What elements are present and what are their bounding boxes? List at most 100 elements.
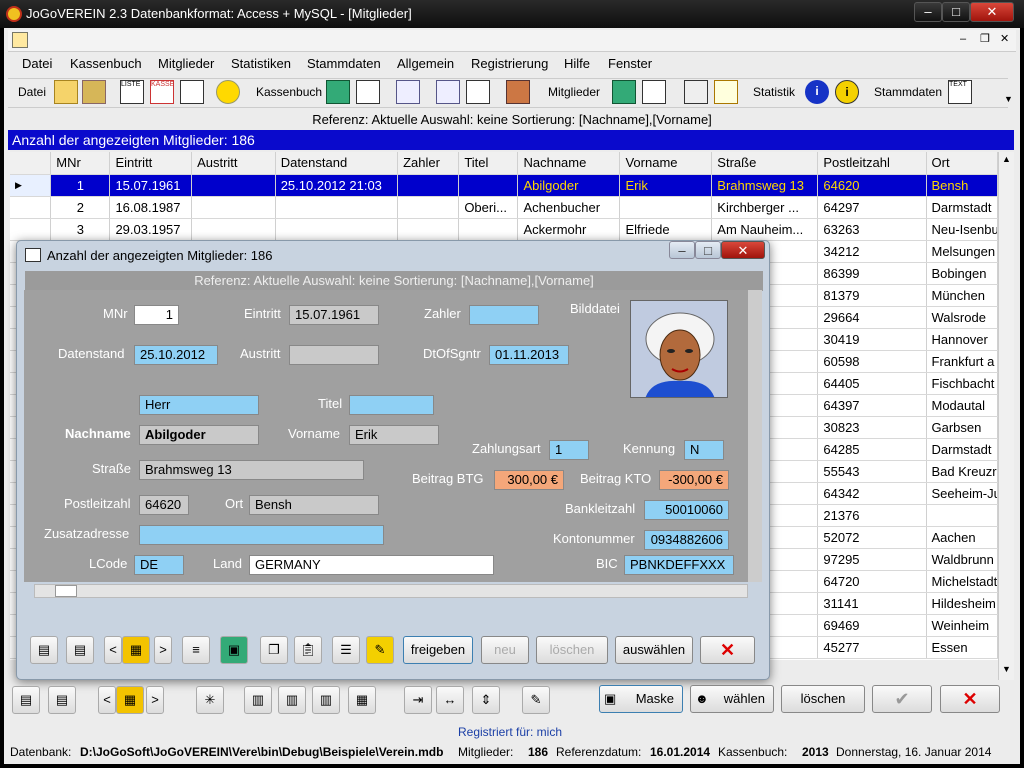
- table-cell[interactable]: Abilgoder: [517, 174, 621, 197]
- group-icon[interactable]: [396, 80, 420, 104]
- table-cell[interactable]: Kirchberger ...: [711, 196, 819, 219]
- zahlungsart-field[interactable]: 1: [549, 440, 589, 460]
- table-cell[interactable]: 3: [50, 218, 111, 241]
- smiley-icon[interactable]: [216, 80, 240, 104]
- table-cell[interactable]: 30823: [817, 416, 927, 439]
- table-cell[interactable]: 64285: [817, 438, 927, 461]
- table-cell[interactable]: Darmstadt: [926, 438, 998, 461]
- column-header[interactable]: Titel: [458, 152, 519, 175]
- dialog-next-button[interactable]: >: [154, 636, 172, 664]
- table-cell[interactable]: [458, 174, 519, 197]
- dialog-calendar-icon[interactable]: ▦: [122, 636, 150, 664]
- minimize-button[interactable]: –: [914, 2, 942, 22]
- member-photo-icon[interactable]: [612, 80, 636, 104]
- titel-field[interactable]: [349, 395, 434, 415]
- bottom-list-icon[interactable]: ▤: [12, 686, 40, 714]
- table-cell[interactable]: Seeheim-Ju: [926, 482, 998, 505]
- table-cell[interactable]: Walsrode: [926, 306, 998, 329]
- table-cell[interactable]: 97295: [817, 548, 927, 571]
- table-cell[interactable]: Hildesheim: [926, 592, 998, 615]
- bottom-heart-list-icon[interactable]: ▤: [48, 686, 76, 714]
- table-cell[interactable]: 16.08.1987: [109, 196, 193, 219]
- land-field[interactable]: GERMANY: [249, 555, 494, 575]
- strasse-field[interactable]: Brahmsweg 13: [139, 460, 364, 480]
- text-icon[interactable]: TEXT: [948, 80, 972, 104]
- column-header[interactable]: Zahler: [397, 152, 460, 175]
- postleitzahl-field[interactable]: 64620: [139, 495, 189, 515]
- dialog-copy-icon[interactable]: ❐: [260, 636, 288, 664]
- form-vscrollbar[interactable]: [748, 290, 762, 582]
- toolbar-overflow-icon[interactable]: ▼: [1004, 94, 1013, 104]
- table-cell[interactable]: Am Nauheim...: [711, 218, 819, 241]
- bottom-chart1-icon[interactable]: ▥: [244, 686, 272, 714]
- child-window-icon[interactable]: [12, 32, 28, 48]
- lcode-field[interactable]: DE: [134, 555, 184, 575]
- table-cell[interactable]: 29.03.1957: [109, 218, 193, 241]
- table-cell[interactable]: [619, 196, 713, 219]
- close-button[interactable]: ✕: [970, 2, 1014, 22]
- dialog-list-icon[interactable]: ▤: [30, 636, 58, 664]
- info-icon[interactable]: i: [805, 80, 829, 104]
- menu-allgemein[interactable]: Allgemein: [397, 56, 454, 71]
- menu-stammdaten[interactable]: Stammdaten: [307, 56, 381, 71]
- folder-arrow-icon[interactable]: [82, 80, 106, 104]
- column-header[interactable]: MNr: [50, 152, 111, 175]
- maske-button[interactable]: ▣ Maske: [599, 685, 683, 713]
- table-cell[interactable]: 64397: [817, 394, 927, 417]
- liste-icon[interactable]: LISTE: [120, 80, 144, 104]
- expand-horizontal-icon[interactable]: ↔: [436, 686, 464, 714]
- datenstand-field[interactable]: 25.10.2012: [134, 345, 218, 365]
- column-header[interactable]: Austritt: [191, 152, 276, 175]
- table-cell[interactable]: [926, 504, 998, 527]
- table-cell[interactable]: 34212: [817, 240, 927, 263]
- table-cell[interactable]: [191, 196, 276, 219]
- collapse-vertical-icon[interactable]: ⇕: [472, 686, 500, 714]
- zusatzadresse-field[interactable]: [139, 525, 384, 545]
- id-card-icon[interactable]: [436, 80, 460, 104]
- scroll-up-icon[interactable]: ▲: [1002, 154, 1011, 164]
- child-minimize-button[interactable]: –: [960, 33, 966, 45]
- bottom-chart2-icon[interactable]: ▥: [278, 686, 306, 714]
- table-cell[interactable]: [275, 218, 399, 241]
- table-cell[interactable]: 69469: [817, 614, 927, 637]
- window-titlebar[interactable]: JoGoVEREIN 2.3 Datenbankformat: Access +…: [0, 0, 1024, 28]
- eintritt-field[interactable]: 15.07.1961: [289, 305, 379, 325]
- ort-field[interactable]: Bensh: [249, 495, 379, 515]
- table-cell[interactable]: [397, 218, 460, 241]
- bankleitzahl-field[interactable]: 50010060: [644, 500, 729, 520]
- table-cell[interactable]: [397, 174, 460, 197]
- column-header[interactable]: Straße: [711, 152, 819, 175]
- vorname-field[interactable]: Erik: [349, 425, 439, 445]
- auswaehlen-button[interactable]: auswählen: [615, 636, 693, 664]
- kasse-icon[interactable]: KASSE: [150, 80, 174, 104]
- dialog-membercard-icon[interactable]: ▣: [220, 636, 248, 664]
- member-photo[interactable]: [630, 300, 728, 398]
- dialog-minimize-button[interactable]: –: [669, 241, 695, 259]
- neu-button[interactable]: neu: [481, 636, 529, 664]
- austritt-field[interactable]: [289, 345, 379, 365]
- dialog-textfile-icon[interactable]: ≡: [182, 636, 210, 664]
- child-close-button[interactable]: ✕: [1000, 32, 1009, 45]
- dialog-note-icon[interactable]: ✎: [366, 636, 394, 664]
- child-restore-button[interactable]: ❐: [980, 32, 990, 45]
- table-cell[interactable]: [397, 196, 460, 219]
- bottom-prev-button[interactable]: <: [98, 686, 116, 714]
- bottom-next-button[interactable]: >: [146, 686, 164, 714]
- bic-field[interactable]: PBNKDEFFXXX: [624, 555, 734, 575]
- confirm-check-icon[interactable]: ✔: [872, 685, 932, 713]
- table-cell[interactable]: Ackermohr: [517, 218, 621, 241]
- table-cell[interactable]: 60598: [817, 350, 927, 373]
- table-cell[interactable]: [275, 196, 399, 219]
- menu-statistiken[interactable]: Statistiken: [231, 56, 291, 71]
- bottom-note-icon[interactable]: ✎: [522, 686, 550, 714]
- collapse-horizontal-icon[interactable]: ⇥: [404, 686, 432, 714]
- info-yellow-icon[interactable]: i: [835, 80, 859, 104]
- kennung-field[interactable]: N: [684, 440, 724, 460]
- books-icon[interactable]: [506, 80, 530, 104]
- table-cell[interactable]: 64297: [817, 196, 927, 219]
- table-cell[interactable]: 64720: [817, 570, 927, 593]
- bottom-table-icon[interactable]: ▦: [348, 686, 376, 714]
- beitrag-btg-field[interactable]: 300,00 €: [494, 470, 564, 490]
- bottom-chart3-icon[interactable]: ▥: [312, 686, 340, 714]
- freigeben-button[interactable]: freigeben: [403, 636, 473, 664]
